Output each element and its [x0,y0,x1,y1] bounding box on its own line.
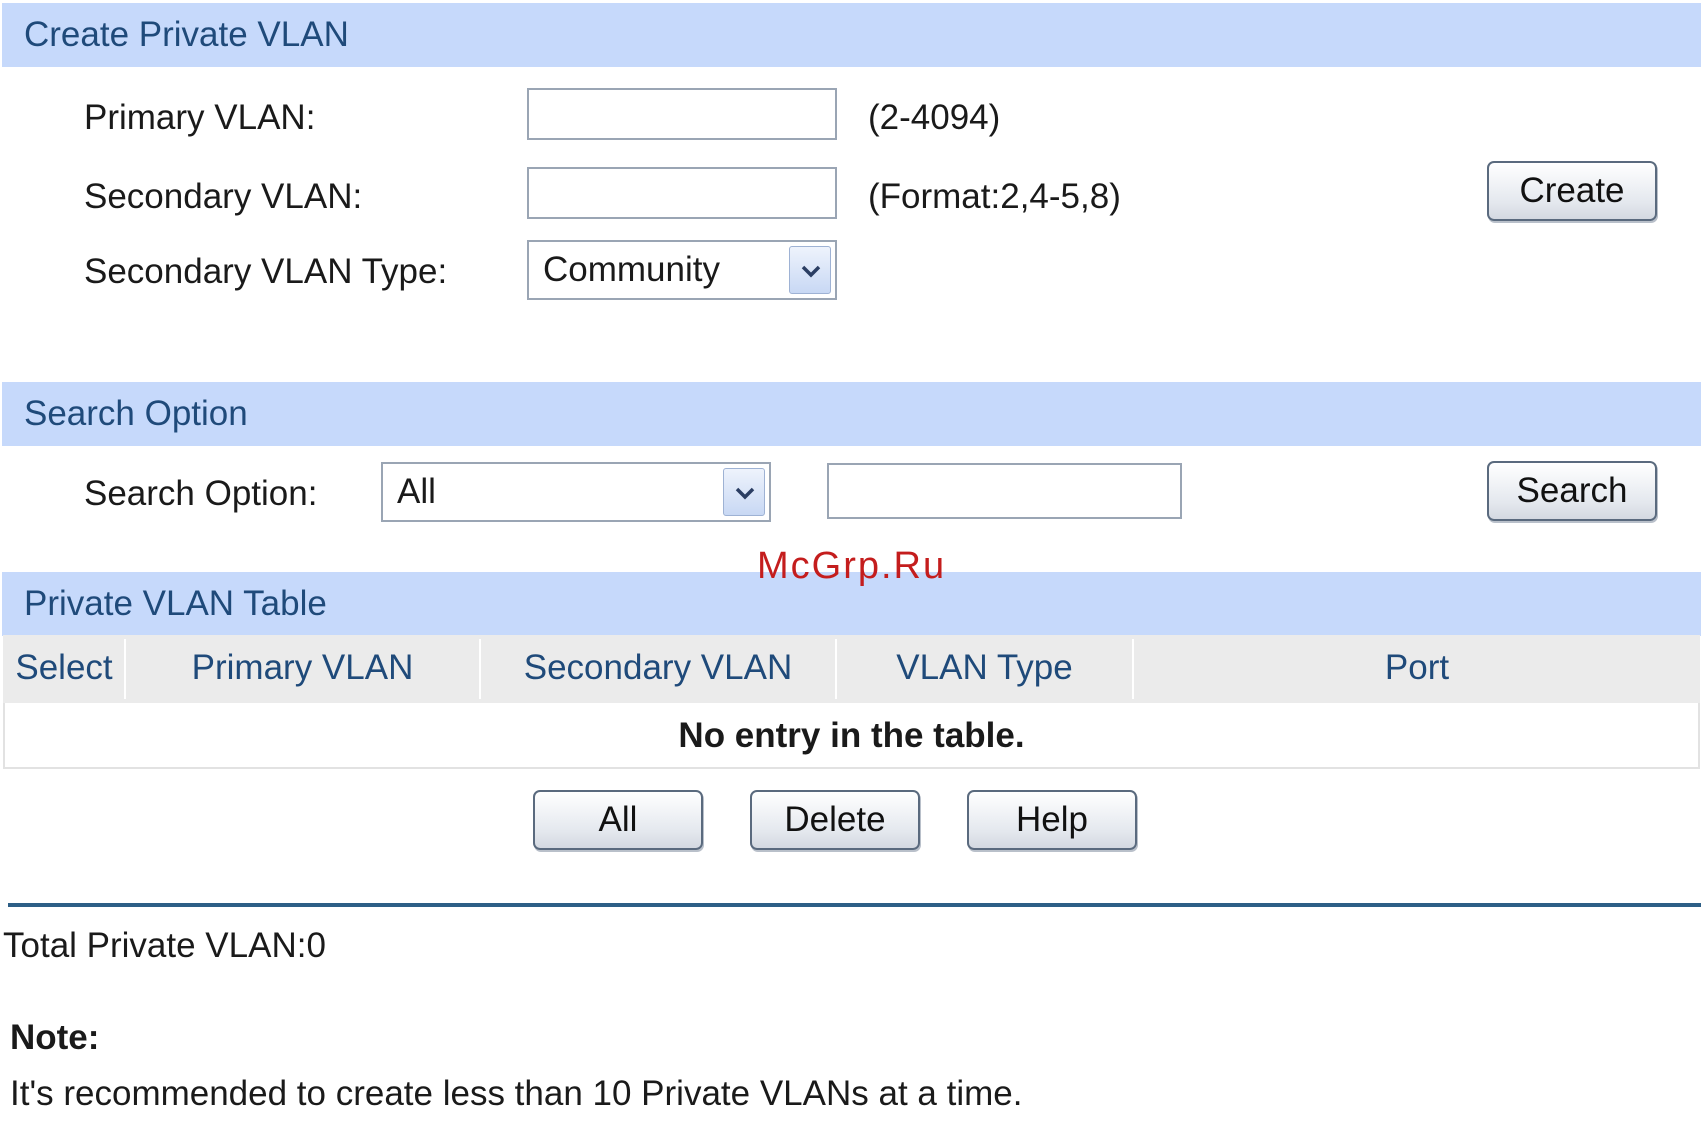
create-private-vlan-header: Create Private VLAN [2,3,1701,67]
table-header-row: Select Primary VLAN Secondary VLAN VLAN … [3,635,1700,703]
divider [8,903,1701,907]
search-option-label: Search Option: [84,474,318,513]
column-port: Port [1384,648,1450,687]
secondary-vlan-input[interactable] [527,167,837,219]
secondary-vlan-hint: (Format:2,4-5,8) [868,177,1121,216]
search-button[interactable]: Search [1487,461,1657,521]
primary-vlan-hint: (2-4094) [868,98,1001,137]
column-vlan-type: VLAN Type [896,648,1073,687]
search-option-select[interactable]: All [381,462,771,522]
secondary-vlan-label: Secondary VLAN: [84,177,363,216]
total-private-vlan: Total Private VLAN:0 [3,926,326,965]
secondary-vlan-type-label: Secondary VLAN Type: [84,252,448,291]
search-option-header: Search Option [2,382,1701,446]
secondary-vlan-type-value: Community [543,250,720,289]
column-primary-vlan: Primary VLAN [191,648,414,687]
create-button[interactable]: Create [1487,161,1657,221]
search-text-input[interactable] [827,463,1182,519]
help-button[interactable]: Help [967,790,1137,850]
primary-vlan-input[interactable] [527,88,837,140]
search-option-value: All [397,472,436,511]
watermark: McGrp.Ru [757,545,947,587]
primary-vlan-label: Primary VLAN: [84,98,316,137]
note-title: Note: [10,1018,100,1057]
table-empty-row: No entry in the table. [3,703,1700,769]
column-secondary-vlan: Secondary VLAN [523,648,793,687]
chevron-down-icon[interactable] [723,468,765,516]
note-text: It's recommended to create less than 10 … [10,1074,1023,1113]
delete-button[interactable]: Delete [750,790,920,850]
select-all-button[interactable]: All [533,790,703,850]
secondary-vlan-type-select[interactable]: Community [527,240,837,300]
column-select: Select [15,648,113,687]
chevron-down-icon[interactable] [789,246,831,294]
empty-table-message: No entry in the table. [678,716,1025,755]
